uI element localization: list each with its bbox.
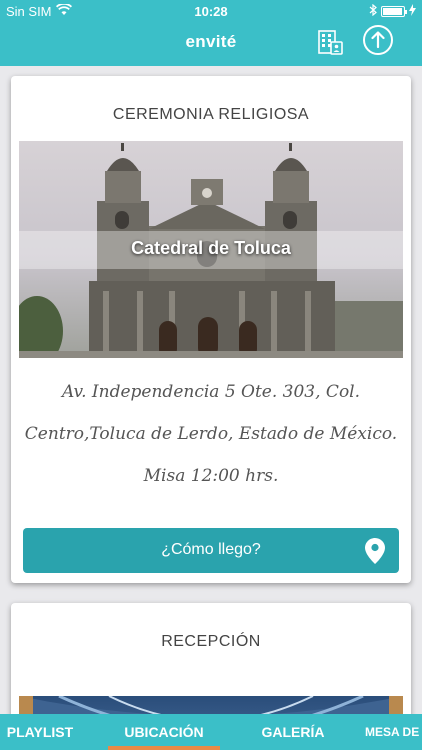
card-title: RECEPCIÓN: [161, 633, 261, 650]
bottom-tab-bar: PLAYLIST UBICACIÓN GALERÍA MESA DE: [0, 714, 422, 750]
venue-address: Av. Independencia 5 Ote. 303, Col. Centr…: [19, 371, 403, 497]
address-line: Av. Independencia 5 Ote. 303, Col.: [61, 382, 361, 402]
charging-icon: [409, 4, 416, 19]
share-button[interactable]: [362, 24, 394, 61]
active-tab-indicator: [108, 746, 220, 750]
address-line: Centro,Toluca de Lerdo, Estado de México…: [24, 424, 398, 444]
battery-icon: [381, 6, 407, 17]
directions-button[interactable]: ¿Cómo llego?: [23, 528, 399, 573]
location-pin-icon: [365, 538, 385, 569]
app-title: envité: [185, 32, 237, 51]
venue-button[interactable]: [314, 28, 346, 60]
ceremony-card: CEREMONIA RELIGIOSA Catedral de Toluca A…: [11, 76, 411, 583]
mass-time: Misa 12:00 hrs.: [143, 466, 279, 486]
venue-photo: Catedral de Toluca: [19, 141, 403, 358]
photo-caption: Catedral de Toluca: [131, 238, 291, 258]
share-upload-icon: [362, 24, 394, 61]
tab-ubicacion[interactable]: UBICACIÓN: [108, 714, 220, 750]
directions-button-label: ¿Cómo llego?: [161, 541, 261, 558]
tab-playlist[interactable]: PLAYLIST: [0, 714, 80, 750]
tab-mesa-de[interactable]: MESA DE: [358, 714, 422, 750]
top-bar: Sin SIM 10:28 envité: [0, 0, 422, 66]
reception-photo: [19, 696, 403, 714]
bluetooth-icon: [369, 3, 377, 19]
tab-label: UBICACIÓN: [124, 724, 204, 740]
reception-card: RECEPCIÓN: [11, 603, 411, 714]
content-scroll[interactable]: CEREMONIA RELIGIOSA Catedral de Toluca A…: [0, 66, 422, 714]
status-bar: Sin SIM 10:28: [0, 0, 422, 22]
building-icon: [317, 28, 343, 61]
card-title: CEREMONIA RELIGIOSA: [112, 106, 310, 123]
clock: 10:28: [194, 4, 228, 19]
tab-galeria[interactable]: GALERÍA: [248, 714, 338, 750]
